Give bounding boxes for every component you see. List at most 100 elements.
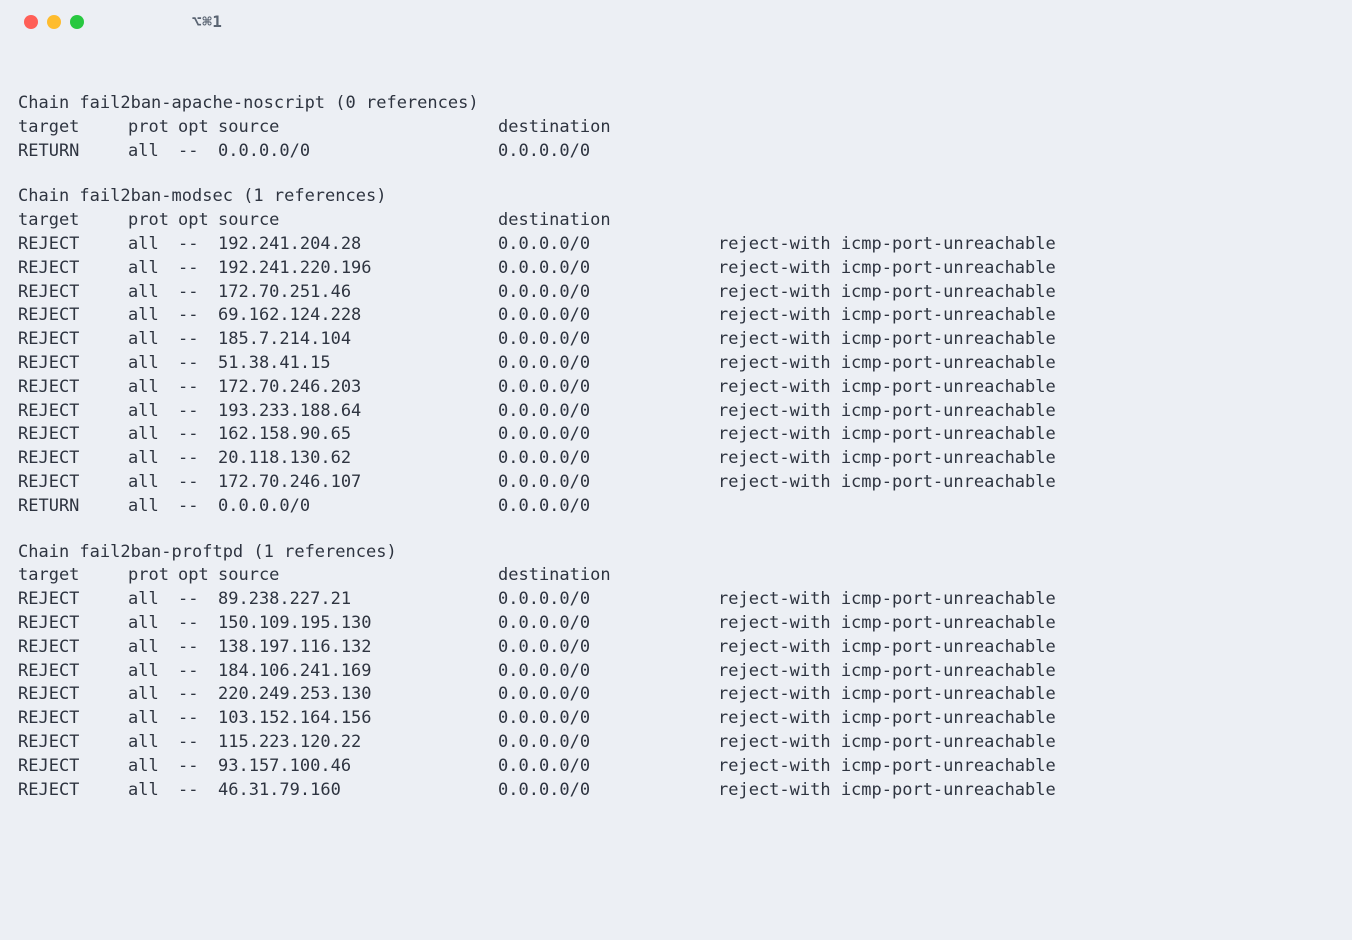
rule-source: 172.70.246.203 [218, 376, 498, 400]
rule-target: REJECT [18, 281, 128, 305]
rule-destination: 0.0.0.0/0 [498, 140, 718, 164]
rule-destination: 0.0.0.0/0 [498, 707, 718, 731]
rule-target: REJECT [18, 636, 128, 660]
rule-source: 185.7.214.104 [218, 328, 498, 352]
rule-opt: -- [178, 352, 218, 376]
rule-target: REJECT [18, 257, 128, 281]
rule-source: 172.70.251.46 [218, 281, 498, 305]
rule-opt: -- [178, 140, 218, 164]
rule-row: REJECTall--150.109.195.1300.0.0.0/0rejec… [18, 612, 1334, 636]
rule-destination: 0.0.0.0/0 [498, 233, 718, 257]
rule-prot: all [128, 495, 178, 519]
rule-extra: reject-with icmp-port-unreachable [718, 660, 1334, 684]
rule-opt: -- [178, 755, 218, 779]
chain-header-row: targetprotoptsourcedestination [18, 209, 1334, 233]
rule-extra: reject-with icmp-port-unreachable [718, 731, 1334, 755]
col-header-opt: opt [178, 564, 218, 588]
rule-extra: reject-with icmp-port-unreachable [718, 707, 1334, 731]
rule-row: REJECTall--103.152.164.1560.0.0.0/0rejec… [18, 707, 1334, 731]
minimize-traffic-light[interactable] [47, 15, 61, 29]
col-header-prot: prot [128, 116, 178, 140]
close-traffic-light[interactable] [24, 15, 38, 29]
rule-target: REJECT [18, 447, 128, 471]
rule-row: REJECTall--93.157.100.460.0.0.0/0reject-… [18, 755, 1334, 779]
rule-opt: -- [178, 731, 218, 755]
rule-opt: -- [178, 376, 218, 400]
col-header-source: source [218, 564, 498, 588]
rule-row: REJECTall--115.223.120.220.0.0.0/0reject… [18, 731, 1334, 755]
rule-source: 193.233.188.64 [218, 400, 498, 424]
rule-target: REJECT [18, 423, 128, 447]
rule-target: RETURN [18, 140, 128, 164]
rule-prot: all [128, 731, 178, 755]
rule-source: 192.241.204.28 [218, 233, 498, 257]
rule-prot: all [128, 281, 178, 305]
col-header-destination: destination [498, 209, 718, 233]
rule-source: 51.38.41.15 [218, 352, 498, 376]
rule-opt: -- [178, 447, 218, 471]
rule-destination: 0.0.0.0/0 [498, 495, 718, 519]
rule-row: REJECTall--172.70.251.460.0.0.0/0reject-… [18, 281, 1334, 305]
rule-source: 0.0.0.0/0 [218, 495, 498, 519]
rule-source: 115.223.120.22 [218, 731, 498, 755]
rule-extra: reject-with icmp-port-unreachable [718, 683, 1334, 707]
rule-extra: reject-with icmp-port-unreachable [718, 636, 1334, 660]
rule-target: REJECT [18, 233, 128, 257]
rule-opt: -- [178, 423, 218, 447]
rule-target: REJECT [18, 707, 128, 731]
rule-target: REJECT [18, 471, 128, 495]
terminal-output[interactable]: Chain fail2ban-apache-noscript (0 refere… [0, 44, 1352, 810]
rule-destination: 0.0.0.0/0 [498, 779, 718, 803]
rule-source: 162.158.90.65 [218, 423, 498, 447]
window-titlebar: ⌥⌘1 [0, 0, 1352, 44]
rule-row: RETURNall--0.0.0.0/00.0.0.0/0 [18, 495, 1334, 519]
col-header-target: target [18, 116, 128, 140]
rule-prot: all [128, 328, 178, 352]
rule-destination: 0.0.0.0/0 [498, 423, 718, 447]
rule-destination: 0.0.0.0/0 [498, 328, 718, 352]
col-header-source: source [218, 209, 498, 233]
chain-header-row: targetprotoptsourcedestination [18, 564, 1334, 588]
rule-prot: all [128, 471, 178, 495]
chain-block: Chain fail2ban-apache-noscript (0 refere… [18, 92, 1334, 163]
rule-prot: all [128, 140, 178, 164]
col-header-opt: opt [178, 116, 218, 140]
rule-target: REJECT [18, 755, 128, 779]
rule-extra: reject-with icmp-port-unreachable [718, 400, 1334, 424]
rule-opt: -- [178, 660, 218, 684]
rule-row: REJECTall--184.106.241.1690.0.0.0/0rejec… [18, 660, 1334, 684]
tab-label[interactable]: ⌥⌘1 [192, 11, 222, 33]
rule-extra: reject-with icmp-port-unreachable [718, 423, 1334, 447]
col-header-opt: opt [178, 209, 218, 233]
rule-row: REJECTall--185.7.214.1040.0.0.0/0reject-… [18, 328, 1334, 352]
rule-row: REJECTall--192.241.204.280.0.0.0/0reject… [18, 233, 1334, 257]
rule-prot: all [128, 304, 178, 328]
zoom-traffic-light[interactable] [70, 15, 84, 29]
rule-row: REJECTall--172.70.246.1070.0.0.0/0reject… [18, 471, 1334, 495]
rule-opt: -- [178, 683, 218, 707]
rule-prot: all [128, 755, 178, 779]
rule-source: 103.152.164.156 [218, 707, 498, 731]
rule-extra: reject-with icmp-port-unreachable [718, 447, 1334, 471]
rule-destination: 0.0.0.0/0 [498, 660, 718, 684]
rule-opt: -- [178, 304, 218, 328]
rule-target: REJECT [18, 304, 128, 328]
rule-extra: reject-with icmp-port-unreachable [718, 257, 1334, 281]
rule-prot: all [128, 423, 178, 447]
rule-extra: reject-with icmp-port-unreachable [718, 352, 1334, 376]
rule-opt: -- [178, 707, 218, 731]
traffic-lights [24, 15, 84, 29]
rule-prot: all [128, 707, 178, 731]
rule-target: RETURN [18, 495, 128, 519]
col-header-target: target [18, 564, 128, 588]
rule-prot: all [128, 233, 178, 257]
rule-extra [718, 140, 1334, 164]
rule-extra: reject-with icmp-port-unreachable [718, 281, 1334, 305]
rule-target: REJECT [18, 731, 128, 755]
rule-opt: -- [178, 495, 218, 519]
col-header-target: target [18, 209, 128, 233]
rule-opt: -- [178, 281, 218, 305]
rule-target: REJECT [18, 683, 128, 707]
rule-row: REJECTall--51.38.41.150.0.0.0/0reject-wi… [18, 352, 1334, 376]
rule-target: REJECT [18, 400, 128, 424]
